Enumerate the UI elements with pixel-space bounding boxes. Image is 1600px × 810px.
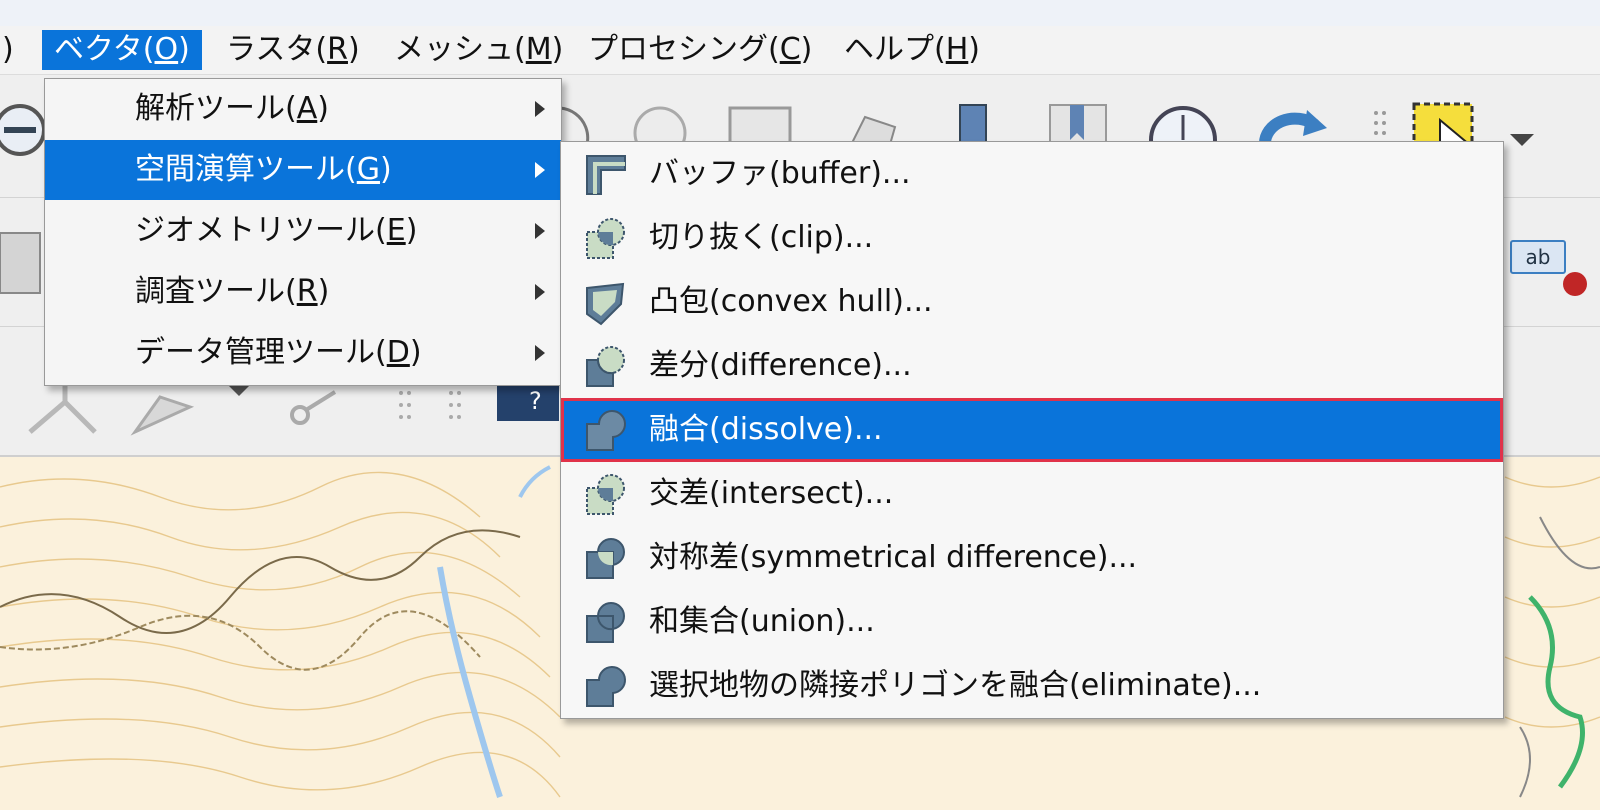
toolbar-handle-icon[interactable] (1370, 105, 1390, 145)
submenu-item-intersect[interactable]: 交差(intersect)... (561, 462, 1503, 526)
buffer-icon (586, 155, 626, 195)
menu-item-analysis-tools[interactable]: 解析ツール(A) (45, 79, 561, 139)
submenu-item-clip[interactable]: 切り抜く(clip)... (561, 206, 1503, 270)
dissolve-icon (586, 410, 626, 451)
vertex-tool-icon[interactable] (25, 377, 105, 437)
field-calculator-icon[interactable] (0, 223, 50, 303)
submenu-arrow-icon (535, 162, 545, 178)
geoprocessing-submenu: バッファ(buffer)... 切り抜く(clip)... 凸包(convex … (560, 141, 1504, 719)
intersect-icon (586, 474, 625, 515)
vector-menu-dropdown: 解析ツール(A) 空間演算ツール(G) ジオメトリツール(E) 調査ツール(R)… (44, 78, 562, 386)
svg-text:?: ? (529, 387, 542, 415)
toolbar-handle-icon[interactable] (395, 387, 475, 427)
submenu-arrow-icon (535, 223, 545, 239)
menu-help[interactable]: ヘルプ(H) (832, 30, 992, 70)
convex-hull-icon (586, 282, 625, 326)
submenu-arrow-icon (535, 284, 545, 300)
submenu-item-buffer[interactable]: バッファ(buffer)... (561, 142, 1503, 206)
window-title-bar (0, 0, 1600, 26)
menu-processing[interactable]: プロセシング(C) (576, 30, 824, 70)
submenu-item-convex-hull[interactable]: 凸包(convex hull)... (561, 270, 1503, 334)
menu-settings-partial[interactable]: ) (0, 30, 26, 70)
menu-item-geoprocessing-tools[interactable]: 空間演算ツール(G) (45, 140, 561, 200)
submenu-arrow-icon (535, 101, 545, 117)
submenu-item-union[interactable]: 和集合(union)... (561, 590, 1503, 654)
menu-vector[interactable]: ベクタ(O) (42, 30, 202, 70)
add-polygon-icon[interactable] (130, 377, 210, 437)
submenu-arrow-icon (535, 345, 545, 361)
move-feature-icon[interactable] (280, 377, 350, 437)
menu-item-geometry-tools[interactable]: ジオメトリツール(E) (45, 201, 561, 261)
menu-mesh[interactable]: メッシュ(M) (382, 30, 575, 70)
menu-raster[interactable]: ラスタ(R) (214, 30, 372, 70)
menu-item-research-tools[interactable]: 調査ツール(R) (45, 262, 561, 322)
submenu-item-dissolve[interactable]: 融合(dissolve)... (561, 398, 1503, 462)
menu-item-data-management-tools[interactable]: データ管理ツール(D) (45, 323, 561, 383)
submenu-item-eliminate[interactable]: 選択地物の隣接ポリゴンを融合(eliminate)... (561, 654, 1503, 718)
label-pin-icon[interactable] (1550, 268, 1600, 308)
clip-icon (586, 218, 625, 259)
chevron-down-icon[interactable] (1508, 130, 1538, 150)
union-icon (586, 602, 625, 643)
menu-bar: ) ベクタ(O) ラスタ(R) メッシュ(M) プロセシング(C) ヘルプ(H) (0, 26, 1600, 75)
submenu-item-symmetrical-difference[interactable]: 対称差(symmetrical difference)... (561, 526, 1503, 590)
submenu-item-difference[interactable]: 差分(difference)... (561, 334, 1503, 398)
difference-icon (586, 346, 625, 387)
eliminate-icon (586, 666, 626, 707)
symmetrical-difference-icon (586, 538, 625, 579)
